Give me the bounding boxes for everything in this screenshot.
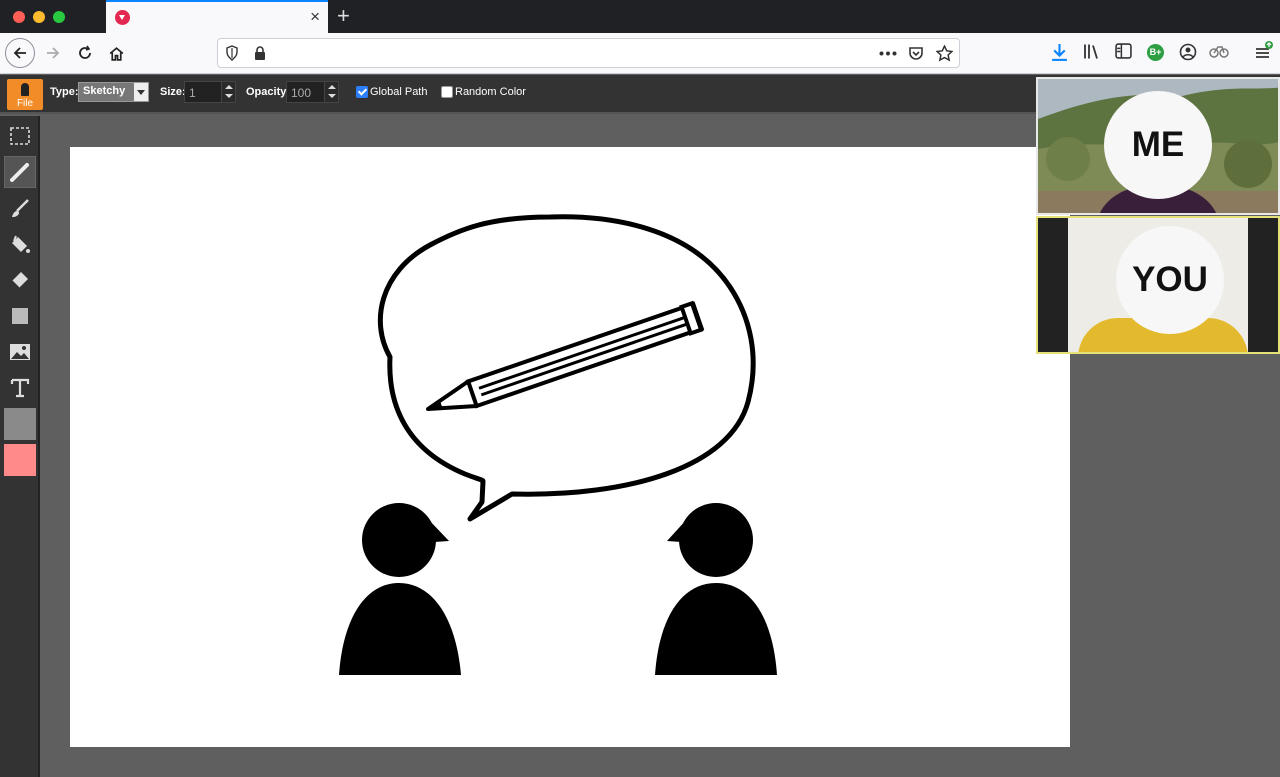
bookmark-star-icon[interactable] xyxy=(936,45,953,62)
forward-arrow-icon xyxy=(47,47,60,59)
opacity-input-value: 100 xyxy=(291,86,312,100)
sidebar-icon[interactable] xyxy=(1115,43,1132,59)
tab-close-button[interactable]: × xyxy=(310,8,320,26)
video-me-panel[interactable]: ME xyxy=(1036,77,1280,215)
menu-icon[interactable] xyxy=(1254,41,1274,59)
image-icon xyxy=(10,344,30,360)
page-actions-icon[interactable] xyxy=(879,51,897,56)
drawing-canvas[interactable] xyxy=(70,147,1070,747)
opacity-stepper[interactable] xyxy=(324,82,338,102)
window-zoom-button[interactable] xyxy=(53,11,65,23)
type-select-value: Sketchy xyxy=(83,85,126,97)
brush-tool[interactable] xyxy=(4,192,36,224)
you-avatar-label: YOU xyxy=(1116,226,1224,334)
browser-tab[interactable]: × xyxy=(106,0,328,33)
file-button[interactable]: File xyxy=(7,79,43,110)
pocket-icon[interactable] xyxy=(908,45,924,61)
rectangle-tool[interactable] xyxy=(4,300,36,332)
pencil-tool[interactable] xyxy=(4,156,36,188)
file-button-label: File xyxy=(16,98,34,109)
reload-button[interactable] xyxy=(70,38,100,68)
size-input-value: 1 xyxy=(189,86,196,100)
size-stepper[interactable] xyxy=(221,82,235,102)
global-path-checkbox[interactable] xyxy=(356,86,368,98)
brush-icon xyxy=(12,199,29,217)
person-right xyxy=(655,503,777,675)
select-tool[interactable] xyxy=(4,120,36,152)
type-select[interactable]: Sketchy xyxy=(78,82,149,102)
pen-nib-icon xyxy=(21,83,29,96)
eraser-icon xyxy=(11,272,28,289)
video-you-panel[interactable]: YOU xyxy=(1036,216,1280,354)
chevron-down-icon[interactable] xyxy=(134,83,148,101)
marquee-icon xyxy=(10,127,30,145)
type-label: Type: xyxy=(50,86,79,98)
image-tool[interactable] xyxy=(4,336,36,368)
home-button[interactable] xyxy=(101,38,131,68)
opacity-label: Opacity: xyxy=(246,86,291,98)
back-arrow-icon xyxy=(13,47,26,59)
global-path-label[interactable]: Global Path xyxy=(370,86,427,98)
primary-color-swatch[interactable] xyxy=(4,408,36,440)
canvas-drawing xyxy=(339,214,777,675)
pencil-drawing xyxy=(426,300,705,411)
library-icon[interactable] xyxy=(1083,43,1101,60)
extension-bike-icon[interactable] xyxy=(1209,43,1229,59)
size-input[interactable]: 1 xyxy=(184,81,236,103)
text-tool[interactable] xyxy=(4,372,36,404)
window-close-button[interactable] xyxy=(13,11,25,23)
pencil-icon xyxy=(10,163,29,182)
new-tab-button[interactable]: + xyxy=(337,3,350,29)
browser-navbar: B+ xyxy=(0,33,1280,74)
browser-titlebar: × + xyxy=(0,0,1280,33)
extension-b-icon[interactable]: B+ xyxy=(1147,44,1164,61)
me-avatar-label: ME xyxy=(1104,91,1212,199)
random-color-label[interactable]: Random Color xyxy=(455,86,526,98)
forward-button[interactable] xyxy=(38,38,68,68)
url-bar[interactable] xyxy=(217,38,960,68)
account-icon[interactable] xyxy=(1179,43,1197,61)
downloads-icon[interactable] xyxy=(1051,43,1068,62)
tab-favicon-icon xyxy=(115,10,130,25)
eraser-tool[interactable] xyxy=(4,264,36,296)
random-color-checkbox[interactable] xyxy=(441,86,453,98)
shield-icon[interactable] xyxy=(225,45,239,61)
home-icon xyxy=(109,46,123,61)
tool-rail xyxy=(0,116,40,777)
secondary-color-swatch[interactable] xyxy=(4,444,36,476)
size-label: Size: xyxy=(160,86,186,98)
opacity-input[interactable]: 100 xyxy=(286,81,339,103)
reload-icon xyxy=(79,45,91,59)
paint-bucket-icon xyxy=(12,235,30,253)
rectangle-icon xyxy=(12,308,28,324)
person-left xyxy=(339,503,461,675)
text-icon xyxy=(10,378,30,398)
lock-icon[interactable] xyxy=(254,46,266,60)
back-button[interactable] xyxy=(5,38,35,68)
fill-tool[interactable] xyxy=(4,228,36,260)
window-minimize-button[interactable] xyxy=(33,11,45,23)
